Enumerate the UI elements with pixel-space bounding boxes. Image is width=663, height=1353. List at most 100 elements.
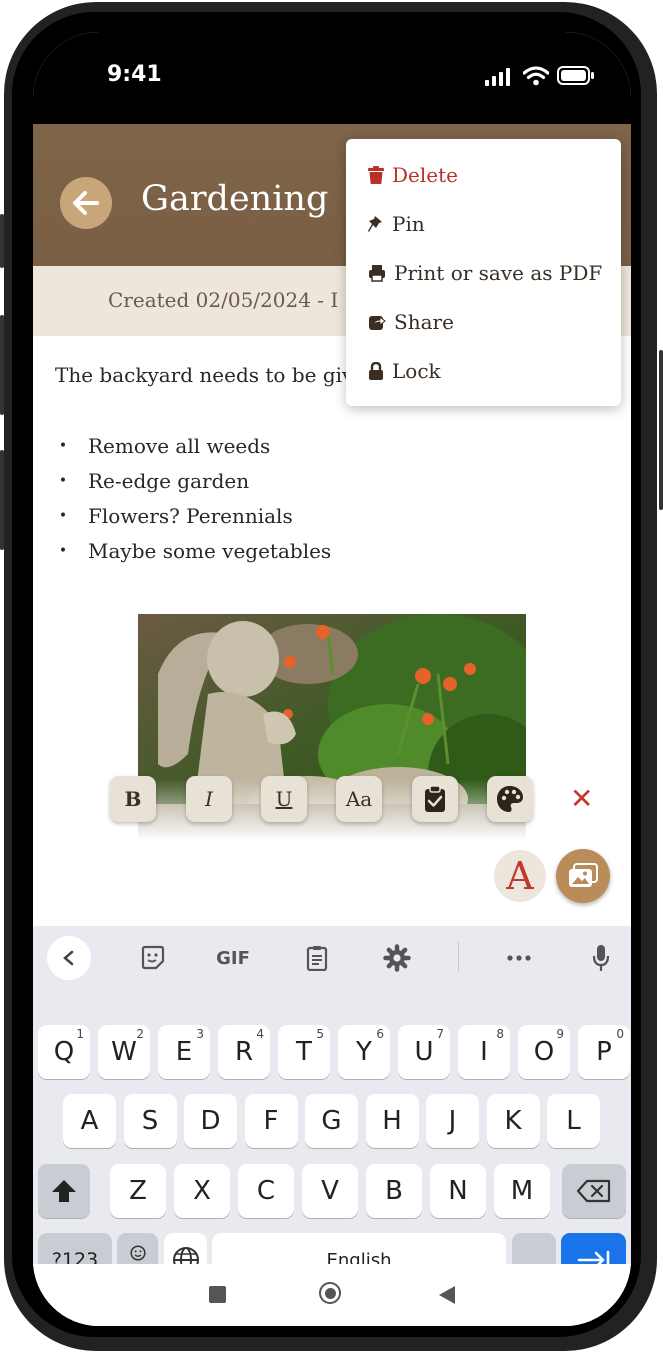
recents-button[interactable]	[209, 1286, 226, 1303]
list-item-text: Remove all weeds	[88, 433, 271, 458]
italic-button[interactable]: I	[186, 776, 232, 822]
key-c[interactable]: C	[238, 1164, 294, 1218]
list-item: • Maybe some vegetables	[53, 533, 331, 568]
key-r[interactable]: R4	[218, 1025, 270, 1079]
keyboard-settings-button[interactable]	[377, 938, 417, 978]
back-nav-button[interactable]	[438, 1285, 456, 1305]
gif-button[interactable]: GIF	[211, 938, 255, 978]
key-b[interactable]: B	[366, 1164, 422, 1218]
microphone-icon	[592, 945, 610, 971]
key-z[interactable]: Z	[110, 1164, 166, 1218]
mute-switch	[0, 214, 4, 268]
note-options-menu: Delete Pin Print or save as PDF Share Lo…	[346, 139, 621, 406]
clipboard-icon	[306, 946, 328, 971]
key-label: R	[234, 1037, 254, 1067]
key-u[interactable]: U7	[398, 1025, 450, 1079]
key-label: Y	[356, 1037, 372, 1067]
font-size-button[interactable]: Aa	[336, 776, 382, 822]
battery-icon	[557, 66, 594, 85]
color-palette-button[interactable]	[487, 776, 533, 822]
menu-item-label: Delete	[392, 163, 458, 187]
menu-item-delete[interactable]: Delete	[368, 155, 458, 195]
key-label: E	[175, 1037, 193, 1067]
key-n[interactable]: N	[430, 1164, 486, 1218]
gear-icon	[383, 944, 411, 972]
home-button[interactable]	[319, 1282, 341, 1304]
chevron-left-icon	[63, 950, 74, 966]
key-t[interactable]: T5	[278, 1025, 330, 1079]
insert-image-button[interactable]	[556, 849, 610, 903]
underline-button[interactable]: U	[261, 776, 307, 822]
key-number-hint: 4	[256, 1027, 264, 1041]
menu-item-print[interactable]: Print or save as PDF	[368, 253, 602, 293]
keyboard-collapse-button[interactable]	[47, 936, 91, 980]
home-dot	[324, 1287, 336, 1299]
clipboard-check-icon	[425, 785, 445, 812]
key-l[interactable]: L	[547, 1094, 600, 1148]
created-date: Created 02/05/2024 - I	[108, 288, 339, 312]
menu-item-share[interactable]: Share	[368, 302, 454, 342]
key-s[interactable]: S	[123, 1094, 177, 1148]
key-g[interactable]: G	[305, 1094, 358, 1148]
key-label: P	[596, 1037, 612, 1067]
keyboard-toolbar: GIF	[33, 926, 631, 990]
list-item: • Re-edge garden	[53, 463, 331, 498]
key-q[interactable]: Q1	[38, 1025, 90, 1079]
page-title: Gardening	[141, 179, 329, 219]
key-a[interactable]: A	[63, 1094, 116, 1148]
key-h[interactable]: H	[365, 1094, 419, 1148]
key-label: T	[296, 1037, 312, 1067]
arrow-left-icon	[73, 191, 99, 215]
key-p[interactable]: P0	[578, 1025, 630, 1079]
key-j[interactable]: J	[426, 1094, 479, 1148]
menu-item-pin[interactable]: Pin	[368, 204, 425, 244]
key-label: Q	[53, 1037, 75, 1067]
key-number-hint: 9	[556, 1027, 564, 1041]
key-number-hint: 5	[316, 1027, 324, 1041]
close-toolbar-button[interactable]: ✕	[570, 782, 593, 815]
key-i[interactable]: I8	[458, 1025, 510, 1079]
menu-item-label: Print or save as PDF	[394, 261, 603, 285]
list-item: • Flowers? Perennials	[53, 498, 331, 533]
list-item-text: Maybe some vegetables	[88, 538, 332, 563]
key-k[interactable]: K	[486, 1094, 540, 1148]
note-editor[interactable]: The backyard needs to be giv • Remove all…	[33, 336, 631, 926]
navigation-bar	[33, 1264, 631, 1326]
backspace-icon	[577, 1179, 611, 1203]
shift-key[interactable]	[38, 1164, 90, 1218]
toolbar-divider	[458, 942, 459, 972]
menu-item-label: Share	[394, 310, 454, 334]
key-number-hint: 6	[376, 1027, 384, 1041]
bold-button[interactable]: B	[110, 776, 156, 822]
clipboard-button[interactable]	[297, 938, 337, 978]
more-options-button[interactable]	[499, 938, 539, 978]
key-number-hint: 1	[76, 1027, 84, 1041]
key-d[interactable]: D	[184, 1094, 237, 1148]
backspace-key[interactable]	[562, 1164, 626, 1218]
voice-input-button[interactable]	[581, 938, 621, 978]
menu-item-lock[interactable]: Lock	[368, 351, 441, 391]
key-y[interactable]: Y6	[338, 1025, 390, 1079]
bullet-dot: •	[58, 437, 68, 454]
key-o[interactable]: O9	[518, 1025, 570, 1079]
menu-item-label: Lock	[392, 359, 441, 383]
key-w[interactable]: W2	[98, 1025, 150, 1079]
key-number-hint: 0	[616, 1027, 624, 1041]
power-button	[659, 350, 663, 510]
sticker-button[interactable]	[133, 938, 173, 978]
volume-down-button	[0, 450, 4, 550]
menu-item-label: Pin	[392, 212, 425, 236]
key-f[interactable]: F	[244, 1094, 298, 1148]
lock-icon	[369, 362, 383, 380]
key-v[interactable]: V	[302, 1164, 358, 1218]
back-button[interactable]	[60, 177, 112, 229]
checklist-button[interactable]	[412, 776, 458, 822]
key-label: W	[111, 1037, 137, 1067]
printer-icon	[369, 265, 385, 282]
shift-icon	[52, 1180, 76, 1202]
key-e[interactable]: E3	[158, 1025, 210, 1079]
key-number-hint: 7	[436, 1027, 444, 1041]
key-x[interactable]: X	[174, 1164, 230, 1218]
key-m[interactable]: M	[494, 1164, 550, 1218]
text-style-button[interactable]: A	[494, 850, 546, 902]
